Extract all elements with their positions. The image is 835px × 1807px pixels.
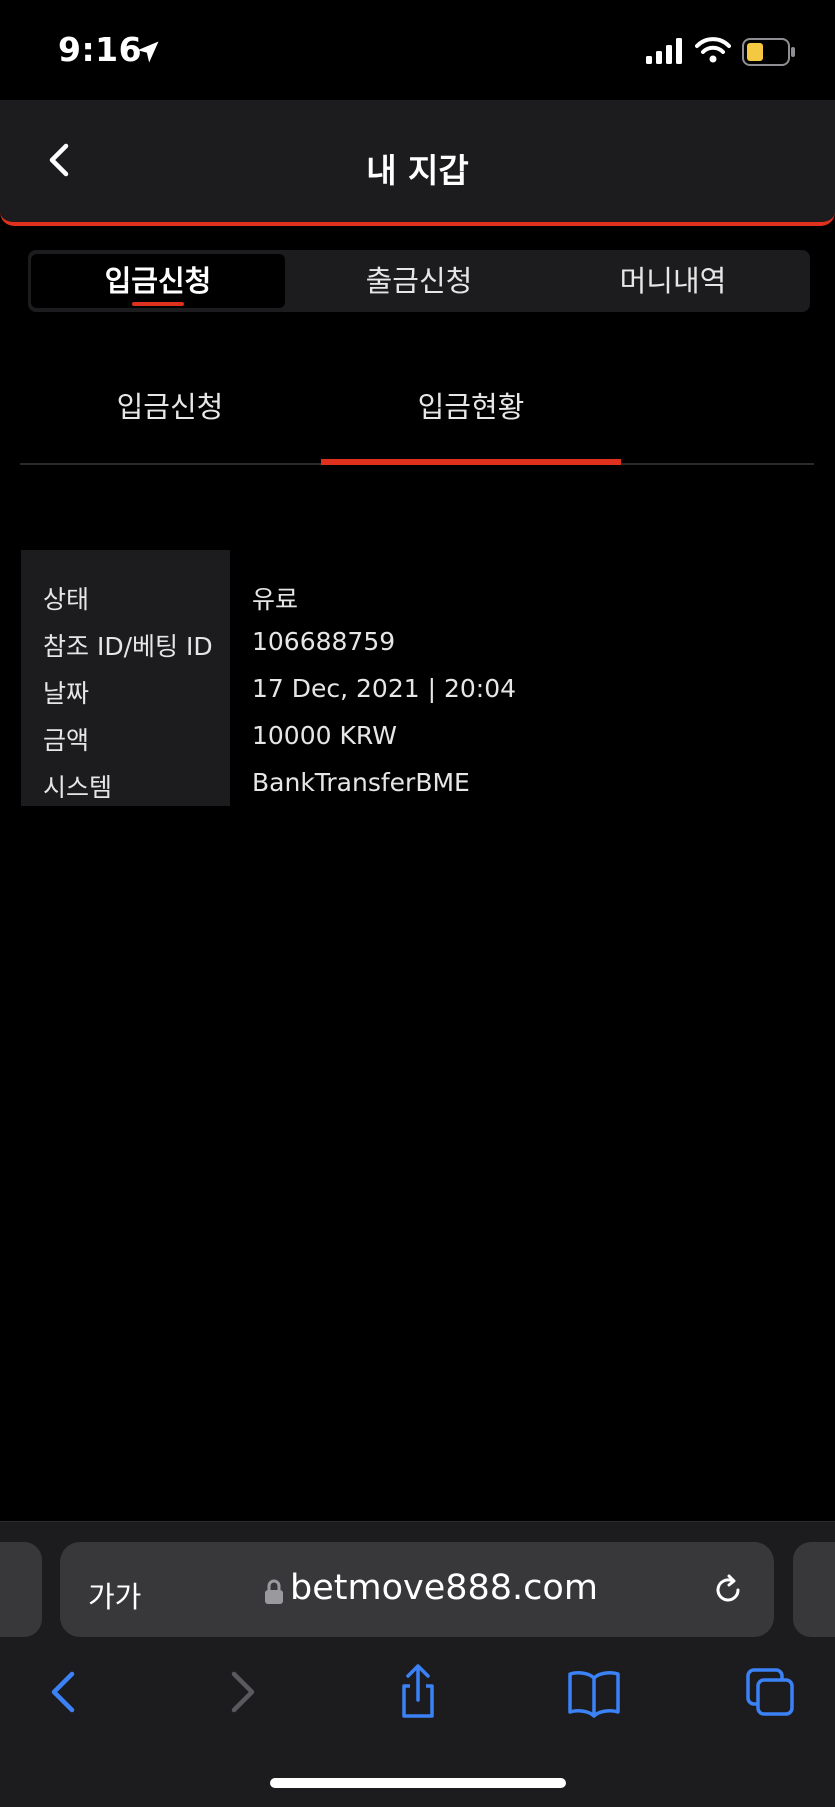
tab-label: 출금신청 bbox=[365, 264, 473, 298]
detail-value: 유료 bbox=[252, 585, 299, 614]
wallet-tabs: 입금신청 출금신청 머니내역 bbox=[28, 250, 810, 312]
share-icon[interactable] bbox=[388, 1662, 448, 1722]
text-size-button[interactable]: 가가 bbox=[88, 1574, 141, 1616]
detail-row-system: 시스템 BankTransferBME bbox=[21, 760, 815, 807]
subtab-deposit-request[interactable]: 입금신청 bbox=[20, 384, 320, 426]
browser-toolbar bbox=[0, 1646, 835, 1807]
detail-row-status: 상태 유료 bbox=[21, 572, 815, 619]
browser-forward-icon[interactable] bbox=[212, 1662, 272, 1722]
detail-value: 17 Dec, 2021 | 20:04 bbox=[252, 674, 517, 703]
detail-label: 상태 bbox=[43, 585, 90, 614]
detail-value: 106688759 bbox=[252, 627, 396, 656]
detail-row-date: 날짜 17 Dec, 2021 | 20:04 bbox=[21, 666, 815, 713]
tabs-icon[interactable] bbox=[740, 1662, 800, 1722]
tab-deposit-request[interactable]: 입금신청 bbox=[31, 254, 285, 308]
detail-label: 금액 bbox=[43, 726, 90, 755]
browser-url-area: 가가 betmove888.com bbox=[0, 1521, 835, 1647]
subtab-deposit-status[interactable]: 입금현황 bbox=[321, 384, 621, 426]
tab-label: 입금신청 bbox=[104, 264, 212, 298]
tab-money-history[interactable]: 머니내역 bbox=[546, 254, 800, 308]
detail-value: BankTransferBME bbox=[252, 768, 470, 797]
tab-label: 머니내역 bbox=[619, 264, 727, 298]
active-tab-underline bbox=[132, 302, 184, 306]
address-bar[interactable]: 가가 betmove888.com bbox=[60, 1542, 774, 1637]
lock-icon bbox=[265, 1579, 283, 1604]
status-bar: 9:16 bbox=[0, 0, 835, 100]
wifi-icon bbox=[695, 37, 731, 63]
home-indicator bbox=[270, 1778, 566, 1788]
detail-row-reference-id: 참조 ID/베팅 ID 106688759 bbox=[21, 619, 815, 666]
status-time: 9:16 bbox=[58, 30, 143, 69]
detail-row-amount: 금액 10000 KRW bbox=[21, 713, 815, 760]
location-arrow-icon bbox=[137, 41, 159, 63]
app-header: 내 지갑 bbox=[0, 100, 835, 226]
detail-label: 참조 ID/베팅 ID bbox=[43, 632, 213, 661]
browser-back-icon[interactable] bbox=[34, 1662, 94, 1722]
detail-value: 10000 KRW bbox=[252, 721, 397, 750]
detail-label: 날짜 bbox=[43, 679, 90, 708]
reload-icon[interactable] bbox=[710, 1572, 746, 1608]
tab-withdraw-request[interactable]: 출금신청 bbox=[292, 254, 546, 308]
subtab-active-indicator bbox=[321, 459, 621, 465]
battery-icon bbox=[742, 38, 795, 66]
cellular-signal-icon bbox=[646, 38, 682, 64]
next-tab-preview[interactable] bbox=[793, 1542, 835, 1637]
url-text: betmove888.com bbox=[290, 1568, 598, 1608]
page-title: 내 지갑 bbox=[366, 151, 469, 190]
deposit-subtabs: 입금신청 입금현황 bbox=[20, 370, 814, 465]
detail-label: 시스템 bbox=[43, 773, 113, 802]
bookmarks-icon[interactable] bbox=[564, 1662, 624, 1722]
previous-tab-preview[interactable] bbox=[0, 1542, 42, 1637]
